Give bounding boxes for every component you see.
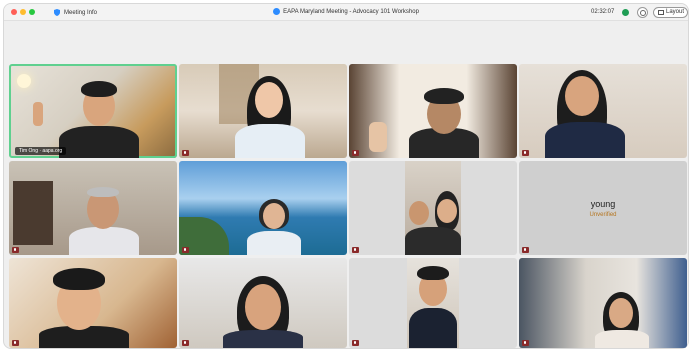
mic-muted-icon (352, 247, 359, 253)
person-head (255, 82, 283, 118)
person-body (223, 330, 303, 348)
video-tile[interactable] (349, 161, 517, 255)
person-hair (81, 81, 117, 97)
person-body (545, 122, 625, 158)
mic-muted-icon (352, 150, 359, 156)
video-tile[interactable] (179, 258, 347, 348)
grid-layout-icon (658, 10, 664, 15)
person-hair (87, 187, 119, 197)
mic-muted-icon (182, 150, 189, 156)
video-tile[interactable] (179, 161, 347, 255)
mic-muted-icon (182, 247, 189, 253)
chandelier-light (17, 74, 31, 88)
person-hair (424, 88, 464, 104)
mic-muted-icon (12, 247, 19, 253)
layout-button[interactable]: Layout (653, 7, 688, 18)
video-tile[interactable] (349, 258, 517, 348)
meeting-timer: 02:32:07 (591, 9, 615, 15)
security-status-icon[interactable] (622, 9, 629, 16)
person-head (263, 203, 285, 229)
person-head (565, 76, 599, 116)
title-bar: Meeting Info EAPA Maryland Meeting - Adv… (4, 4, 688, 21)
mic-muted-icon (182, 340, 189, 346)
person-body (59, 126, 139, 158)
video-tile[interactable] (179, 64, 347, 158)
meeting-title-text: EAPA Maryland Meeting - Advocacy 101 Wor… (283, 9, 419, 15)
mic-muted-icon (352, 340, 359, 346)
person-hair (417, 266, 449, 280)
mic-muted-icon (12, 340, 19, 346)
person-body (409, 308, 457, 348)
bookshelf (13, 181, 53, 245)
person-body (235, 124, 305, 158)
person-body (405, 227, 461, 255)
peace-sign-hand (369, 122, 387, 152)
person-body (69, 227, 139, 255)
video-tile[interactable] (9, 258, 177, 348)
video-tile[interactable] (349, 64, 517, 158)
video-tile[interactable] (519, 64, 687, 158)
person-head (409, 201, 429, 225)
meeting-title: EAPA Maryland Meeting - Advocacy 101 Wor… (4, 7, 688, 18)
layout-button-label: Layout (666, 9, 685, 15)
person-head (245, 284, 281, 330)
verification-status: Unverified (589, 212, 617, 218)
video-tile[interactable] (9, 161, 177, 255)
video-tile[interactable] (519, 258, 687, 348)
raised-hand (33, 102, 43, 126)
participant-name: young (590, 199, 616, 209)
person-head (609, 298, 633, 328)
video-tile[interactable]: Tim Ong · aapa.org (9, 64, 177, 158)
person-head (437, 199, 457, 223)
person-body (595, 330, 649, 348)
person-hair (53, 268, 105, 290)
participant-name-tag: Tim Ong · aapa.org (15, 147, 67, 155)
search-icon[interactable] (637, 7, 648, 18)
mic-muted-icon (522, 247, 529, 253)
mic-muted-icon (522, 340, 529, 346)
zoom-logo-icon (273, 7, 281, 15)
person-body (39, 326, 129, 348)
mic-muted-icon (522, 150, 529, 156)
avatar-tile[interactable]: young Unverified (519, 161, 687, 255)
person-body (247, 231, 301, 255)
